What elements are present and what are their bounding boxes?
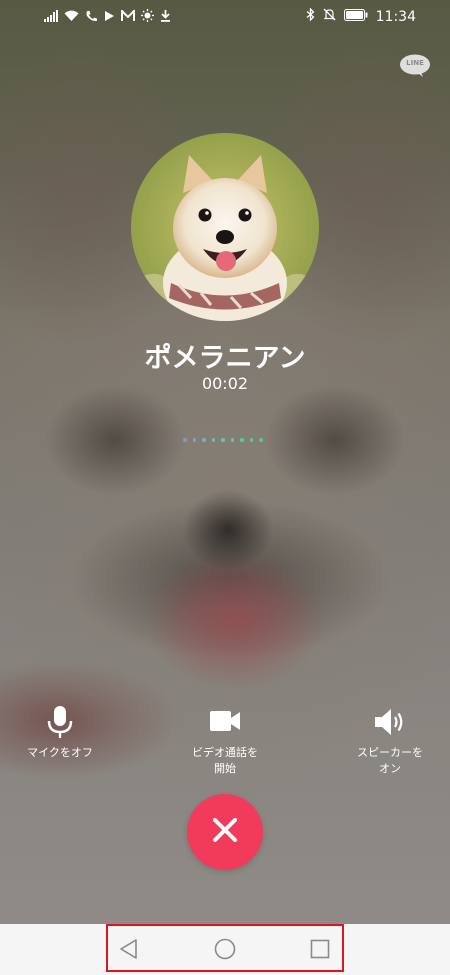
play-icon xyxy=(104,10,115,26)
line-logo-icon: LINE xyxy=(399,54,431,78)
mail-icon xyxy=(121,8,135,26)
mute-mic-button[interactable]: マイクをオフ xyxy=(0,705,120,761)
call-duration: 00:02 xyxy=(201,374,249,393)
recents-icon xyxy=(308,939,332,965)
video-camera-icon xyxy=(165,705,285,739)
signal-icon xyxy=(44,9,58,26)
contact-avatar xyxy=(131,133,319,321)
download-icon xyxy=(160,9,171,26)
brightness-icon xyxy=(141,9,154,26)
home-icon xyxy=(213,938,237,965)
status-bar-left xyxy=(44,8,171,26)
speaker-icon xyxy=(330,705,450,739)
call-screen: 11:34 LINE ポメラニアン 00:02 マイクをオフ ビデオ通話を 開始… xyxy=(0,0,450,975)
line-logo-text: LINE xyxy=(406,59,424,67)
status-dot xyxy=(259,438,263,442)
status-dot xyxy=(240,438,244,442)
status-dot xyxy=(230,438,234,442)
contact-name: ポメラニアン xyxy=(144,343,306,374)
home-button[interactable] xyxy=(213,937,237,961)
start-video-label: ビデオ通話を 開始 xyxy=(192,746,258,775)
speaker-button[interactable]: スピーカーを オン xyxy=(330,705,450,777)
navigation-bar xyxy=(0,924,450,975)
end-call-button[interactable] xyxy=(187,794,263,870)
phone-call-icon xyxy=(85,10,98,26)
status-bar-right: 11:34 xyxy=(306,7,416,25)
start-video-button[interactable]: ビデオ通話を 開始 xyxy=(165,705,285,777)
battery-icon xyxy=(343,8,368,25)
back-button[interactable] xyxy=(117,937,141,961)
microphone-icon xyxy=(0,705,120,739)
status-time: 11:34 xyxy=(375,8,416,25)
status-bar: 11:34 xyxy=(0,0,450,34)
call-status-indicator xyxy=(183,438,263,442)
status-dot xyxy=(221,438,225,442)
status-dot xyxy=(202,438,206,442)
bluetooth-icon xyxy=(306,7,315,25)
speaker-label: スピーカーを オン xyxy=(357,746,423,775)
recents-button[interactable] xyxy=(308,937,332,961)
back-icon xyxy=(117,939,141,965)
status-dot xyxy=(192,438,196,442)
status-dot xyxy=(183,438,187,442)
wifi-icon xyxy=(64,10,79,26)
close-icon xyxy=(212,817,238,847)
mute-icon xyxy=(323,8,336,25)
status-dot xyxy=(211,438,215,442)
status-dot xyxy=(249,438,253,442)
mute-mic-label: マイクをオフ xyxy=(27,746,93,759)
